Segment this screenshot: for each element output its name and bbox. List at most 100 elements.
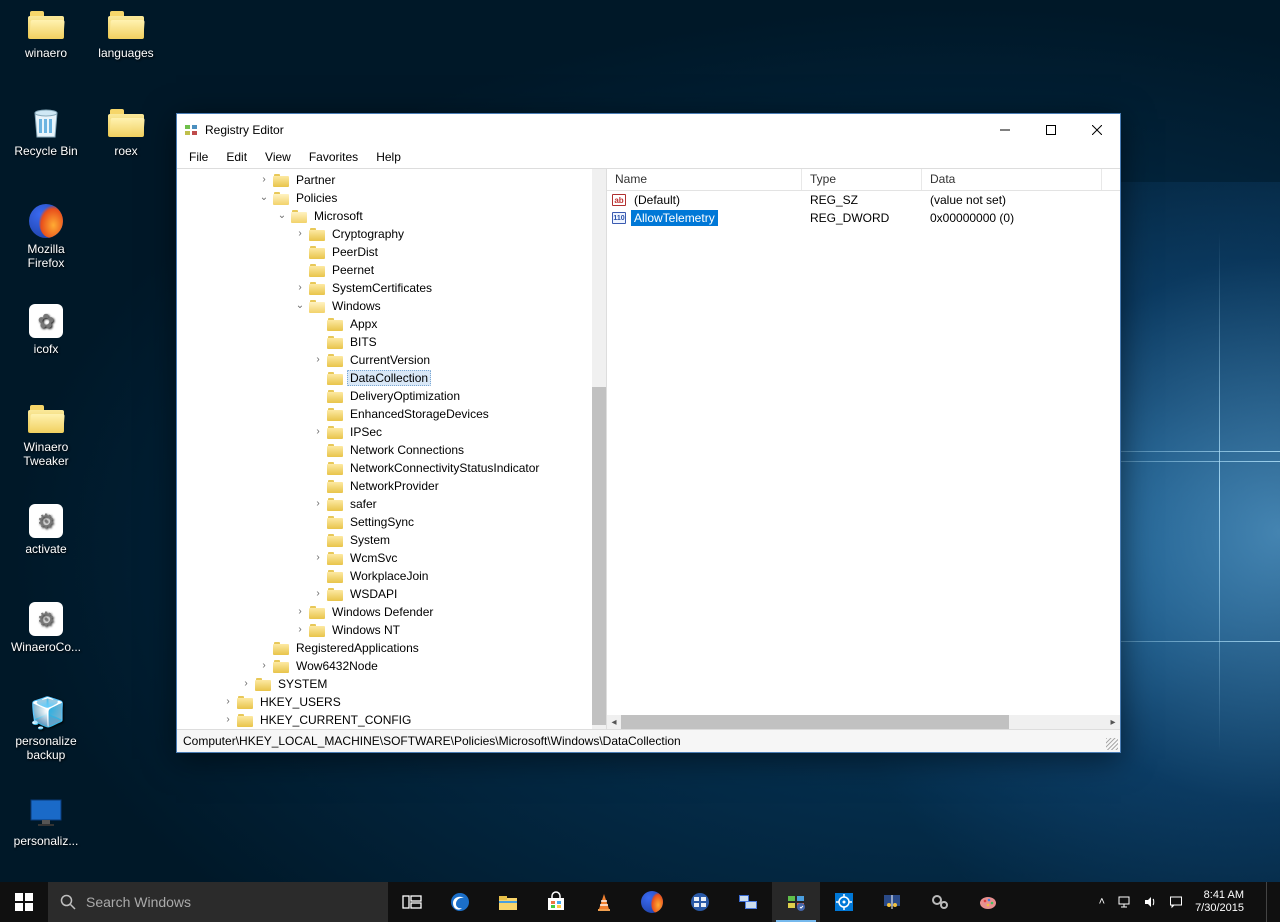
tree-node-windows-defender[interactable]: ›Windows Defender (177, 603, 592, 621)
tree-node-wcmsvc[interactable]: ›WcmSvc (177, 549, 592, 567)
column-header-name[interactable]: Name (607, 169, 802, 190)
chevron-right-icon[interactable]: › (239, 677, 253, 691)
scrollbar-thumb[interactable] (592, 387, 606, 725)
value-row--default-[interactable]: ab(Default)REG_SZ(value not set) (607, 191, 1120, 209)
clock[interactable]: 8:41 AM 7/30/2015 (1195, 889, 1244, 915)
values-list[interactable]: ab(Default)REG_SZ(value not set)110Allow… (607, 191, 1120, 729)
system-tray[interactable]: ˄ 8:41 AM 7/30/2015 (1099, 882, 1280, 922)
taskbar-settings[interactable] (820, 882, 868, 922)
tree-node-peerdist[interactable]: ›PeerDist (177, 243, 592, 261)
chevron-right-icon[interactable]: › (293, 227, 307, 241)
chevron-right-icon[interactable]: › (311, 551, 325, 565)
tree-node-network-connections[interactable]: ›Network Connections (177, 441, 592, 459)
tree-node-windows[interactable]: ⌄Windows (177, 297, 592, 315)
tree-node-deliveryoptimization[interactable]: ›DeliveryOptimization (177, 387, 592, 405)
tree-node-registeredapplications[interactable]: ›RegisteredApplications (177, 639, 592, 657)
scroll-left-icon[interactable]: ◂ (607, 715, 621, 729)
taskbar-task-view[interactable] (388, 882, 436, 922)
taskbar-control-panel[interactable] (676, 882, 724, 922)
scroll-right-icon[interactable]: ▸ (1106, 715, 1120, 729)
tree-node-systemcertificates[interactable]: ›SystemCertificates (177, 279, 592, 297)
chevron-right-icon[interactable]: › (293, 281, 307, 295)
chevron-right-icon[interactable]: › (257, 173, 271, 187)
desktop-icon-winaeroco-[interactable]: ⚙WinaeroCo... (8, 600, 84, 690)
chevron-down-icon[interactable]: ⌄ (293, 299, 307, 313)
taskbar-winaerocmd[interactable] (916, 882, 964, 922)
taskbar-run[interactable] (724, 882, 772, 922)
registry-tree[interactable]: ›Partner⌄Policies⌄Microsoft›Cryptography… (177, 169, 592, 729)
tree-node-hkey-current-config[interactable]: ›HKEY_CURRENT_CONFIG (177, 711, 592, 729)
desktop-icon-icofx[interactable]: ✿icofx (8, 302, 84, 392)
tree-node-appx[interactable]: ›Appx (177, 315, 592, 333)
tree-node-hkey-users[interactable]: ›HKEY_USERS (177, 693, 592, 711)
minimize-button[interactable] (982, 114, 1028, 146)
list-scrollbar-horizontal[interactable]: ◂ ▸ (607, 715, 1120, 729)
desktop-icon-winaero[interactable]: winaero (8, 6, 84, 96)
taskbar-vlc[interactable] (580, 882, 628, 922)
desktop-icon-personalize-backup[interactable]: 🧊personalize backup (8, 694, 84, 784)
tree-node-ipsec[interactable]: ›IPSec (177, 423, 592, 441)
chevron-down-icon[interactable]: ⌄ (275, 209, 289, 223)
title-bar[interactable]: Registry Editor (177, 114, 1120, 146)
menu-file[interactable]: File (181, 148, 216, 166)
close-button[interactable] (1074, 114, 1120, 146)
tree-node-datacollection[interactable]: ›DataCollection (177, 369, 592, 387)
tree-node-policies[interactable]: ⌄Policies (177, 189, 592, 207)
tree-node-partner[interactable]: ›Partner (177, 171, 592, 189)
tree-node-cryptography[interactable]: ›Cryptography (177, 225, 592, 243)
taskbar-network[interactable] (868, 882, 916, 922)
tree-node-system[interactable]: ›SYSTEM (177, 675, 592, 693)
maximize-button[interactable] (1028, 114, 1074, 146)
volume-icon[interactable] (1143, 895, 1157, 909)
tree-node-wow6432node[interactable]: ›Wow6432Node (177, 657, 592, 675)
tree-node-system[interactable]: ›System (177, 531, 592, 549)
show-desktop-button[interactable] (1266, 882, 1272, 922)
desktop-icon-languages[interactable]: languages (88, 6, 164, 96)
desktop-icon-personaliz-[interactable]: personaliz... (8, 794, 84, 884)
chevron-right-icon[interactable]: › (311, 353, 325, 367)
tree-node-windows-nt[interactable]: ›Windows NT (177, 621, 592, 639)
search-box[interactable]: Search Windows (48, 882, 388, 922)
menu-favorites[interactable]: Favorites (301, 148, 366, 166)
taskbar-firefox[interactable] (628, 882, 676, 922)
tree-node-bits[interactable]: ›BITS (177, 333, 592, 351)
tree-node-workplacejoin[interactable]: ›WorkplaceJoin (177, 567, 592, 585)
menu-edit[interactable]: Edit (218, 148, 255, 166)
tree-node-microsoft[interactable]: ⌄Microsoft (177, 207, 592, 225)
resize-grip[interactable] (1106, 738, 1118, 750)
taskbar-store[interactable] (532, 882, 580, 922)
desktop-icon-winaero-tweaker[interactable]: Winaero Tweaker (8, 400, 84, 490)
desktop-icon-recycle-bin[interactable]: Recycle Bin (8, 104, 84, 194)
chevron-right-icon[interactable]: › (221, 713, 235, 727)
taskbar-paint[interactable] (964, 882, 1012, 922)
notifications-icon[interactable] (1169, 895, 1183, 909)
taskbar-regedit[interactable] (772, 882, 820, 922)
start-button[interactable] (0, 882, 48, 922)
value-row-allowtelemetry[interactable]: 110AllowTelemetryREG_DWORD0x00000000 (0) (607, 209, 1120, 227)
tree-node-peernet[interactable]: ›Peernet (177, 261, 592, 279)
column-header-data[interactable]: Data (922, 169, 1102, 190)
list-header[interactable]: NameTypeData (607, 169, 1120, 191)
tree-node-networkprovider[interactable]: ›NetworkProvider (177, 477, 592, 495)
tree-node-safer[interactable]: ›safer (177, 495, 592, 513)
desktop-icon-activate[interactable]: ⚙activate (8, 502, 84, 592)
scrollbar-thumb[interactable] (621, 715, 1009, 729)
tree-node-enhancedstoragedevices[interactable]: ›EnhancedStorageDevices (177, 405, 592, 423)
desktop-icon-mozilla-firefox[interactable]: Mozilla Firefox (8, 202, 84, 292)
chevron-right-icon[interactable]: › (257, 659, 271, 673)
network-icon[interactable] (1117, 895, 1131, 909)
chevron-right-icon[interactable]: › (311, 497, 325, 511)
menu-view[interactable]: View (257, 148, 299, 166)
chevron-right-icon[interactable]: › (221, 695, 235, 709)
tree-node-currentversion[interactable]: ›CurrentVersion (177, 351, 592, 369)
chevron-right-icon[interactable]: › (311, 587, 325, 601)
taskbar-edge[interactable] (436, 882, 484, 922)
column-header-type[interactable]: Type (802, 169, 922, 190)
tree-node-networkconnectivitystatusindicator[interactable]: ›NetworkConnectivityStatusIndicator (177, 459, 592, 477)
tree-node-wsdapi[interactable]: ›WSDAPI (177, 585, 592, 603)
chevron-right-icon[interactable]: › (311, 425, 325, 439)
taskbar-explorer[interactable] (484, 882, 532, 922)
chevron-down-icon[interactable]: ⌄ (257, 191, 271, 205)
tray-chevron-up-icon[interactable]: ˄ (1099, 896, 1105, 908)
desktop-icon-roex[interactable]: roex (88, 104, 164, 194)
